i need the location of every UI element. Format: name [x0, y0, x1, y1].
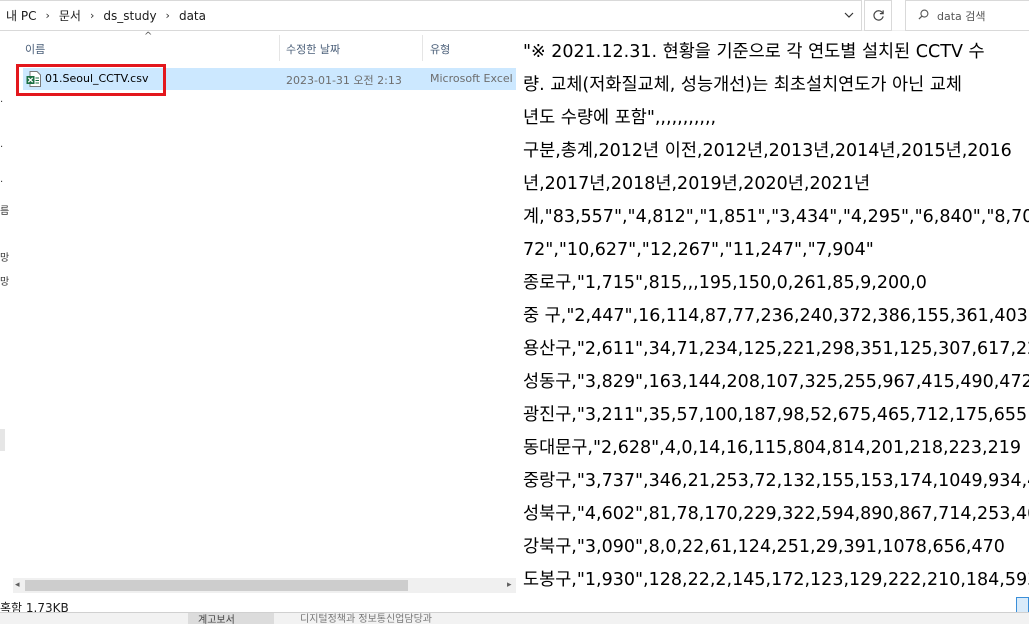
- preview-text-line: 년,2017년,2018년,2019년,2020년,2021년: [523, 174, 871, 194]
- address-bar-area: 내 PC › 문서 › ds_study › data data 검색: [0, 0, 1029, 31]
- background-window-strip: 계고보서 디지털정책과 정보통신업담당과: [0, 612, 1029, 624]
- preview-text-line: "※ 2021.12.31. 현황을 기준으로 각 연도별 설치된 CCTV 수: [523, 42, 985, 62]
- breadcrumb-separator[interactable]: ›: [42, 9, 52, 22]
- preview-text-line: 중 구,"2,447",16,114,87,77,236,240,372,386…: [523, 306, 1028, 326]
- preview-pane: "※ 2021.12.31. 현황을 기준으로 각 연도별 설치된 CCTV 수…: [516, 31, 1029, 593]
- nav-glyph[interactable]: 망: [0, 249, 9, 264]
- preview-text-line: 동대문구,"2,628",4,0,14,16,115,804,814,201,2…: [523, 438, 1021, 458]
- breadcrumb-ds-study[interactable]: ds_study: [97, 9, 162, 23]
- scroll-left-icon[interactable]: ◂: [15, 580, 20, 590]
- preview-text-line: 년도 수량에 포함",,,,,,,,,,,: [523, 108, 717, 128]
- column-header-name[interactable]: 이름: [25, 41, 45, 57]
- background-tab: 계고보서: [188, 613, 274, 624]
- file-list[interactable]: 이름 ^ 수정한 날짜 유형 01.Seoul_CCTV.csv 2023-01…: [13, 31, 516, 593]
- column-header-type[interactable]: 유형: [430, 41, 450, 57]
- preview-text-line: 용산구,"2,611",34,71,234,125,221,298,351,12…: [523, 339, 1029, 359]
- preview-text-line: 강북구,"3,090",8,0,22,61,124,251,29,391,107…: [523, 537, 1005, 557]
- column-header-modified[interactable]: 수정한 날짜: [286, 41, 340, 57]
- nav-glyph[interactable]: ·: [0, 142, 3, 153]
- preview-text-line: 량. 교체(저화질교체, 성능개선)는 최초설치연도가 아닌 교체: [523, 75, 962, 95]
- nav-glyph[interactable]: 망: [0, 273, 9, 288]
- nav-glyph[interactable]: ·: [0, 177, 3, 188]
- breadcrumb-separator[interactable]: ›: [163, 9, 173, 22]
- highlight-annotation-box: [16, 64, 166, 96]
- search-input[interactable]: data 검색: [905, 0, 1029, 31]
- column-divider[interactable]: [279, 35, 280, 61]
- file-modified-date: 2023-01-31 오전 2:13: [286, 74, 402, 87]
- breadcrumb-this-pc[interactable]: 내 PC: [0, 7, 42, 24]
- preview-text-line: 중랑구,"3,737",346,21,253,72,132,155,153,17…: [523, 471, 1029, 491]
- preview-text-line: 성동구,"3,829",163,144,208,107,325,255,967,…: [523, 372, 1029, 392]
- breadcrumb-documents[interactable]: 문서: [53, 7, 87, 24]
- breadcrumb[interactable]: 내 PC › 문서 › ds_study › data: [0, 0, 862, 31]
- scroll-right-icon[interactable]: ▸: [507, 580, 512, 590]
- chevron-down-icon[interactable]: [838, 4, 860, 26]
- column-header-row: 이름 ^ 수정한 날짜 유형: [13, 31, 516, 65]
- horizontal-scrollbar[interactable]: ◂ ▸: [13, 578, 516, 593]
- column-divider[interactable]: [422, 35, 423, 61]
- navigation-pane[interactable]: · · · 름 망 망: [0, 31, 13, 593]
- background-text: 디지털정책과 정보통신업담당과: [300, 614, 432, 624]
- nav-scroll-indicator[interactable]: [0, 429, 5, 451]
- scrollbar-thumb[interactable]: [25, 580, 408, 591]
- preview-text-line: 72","10,627","12,267","11,247","7,904": [523, 240, 874, 260]
- preview-text-line: 계,"83,557","4,812","1,851","3,434","4,29…: [523, 207, 1029, 227]
- nav-glyph[interactable]: ·: [0, 97, 3, 108]
- sort-ascending-icon: ^: [144, 31, 153, 42]
- search-icon: [918, 9, 937, 23]
- refresh-icon[interactable]: [864, 0, 892, 31]
- preview-text-line: 종로구,"1,715",815,,,195,150,0,261,85,9,200…: [523, 273, 927, 293]
- preview-text-line: 성북구,"4,602",81,78,170,229,322,594,890,86…: [523, 504, 1029, 524]
- preview-text-line: 광진구,"3,211",35,57,100,187,98,52,675,465,…: [523, 405, 1028, 425]
- file-type: Microsoft Excel: [430, 72, 513, 85]
- search-placeholder: data 검색: [937, 9, 986, 23]
- breadcrumb-separator[interactable]: ›: [87, 9, 97, 22]
- breadcrumb-data[interactable]: data: [173, 9, 212, 23]
- preview-text-line: 도봉구,"1,930",128,22,2,145,172,123,129,222…: [523, 570, 1029, 590]
- preview-text-line: 구분,총계,2012년 이전,2012년,2013년,2014년,2015년,2…: [523, 141, 1012, 161]
- nav-glyph[interactable]: 름: [0, 202, 9, 217]
